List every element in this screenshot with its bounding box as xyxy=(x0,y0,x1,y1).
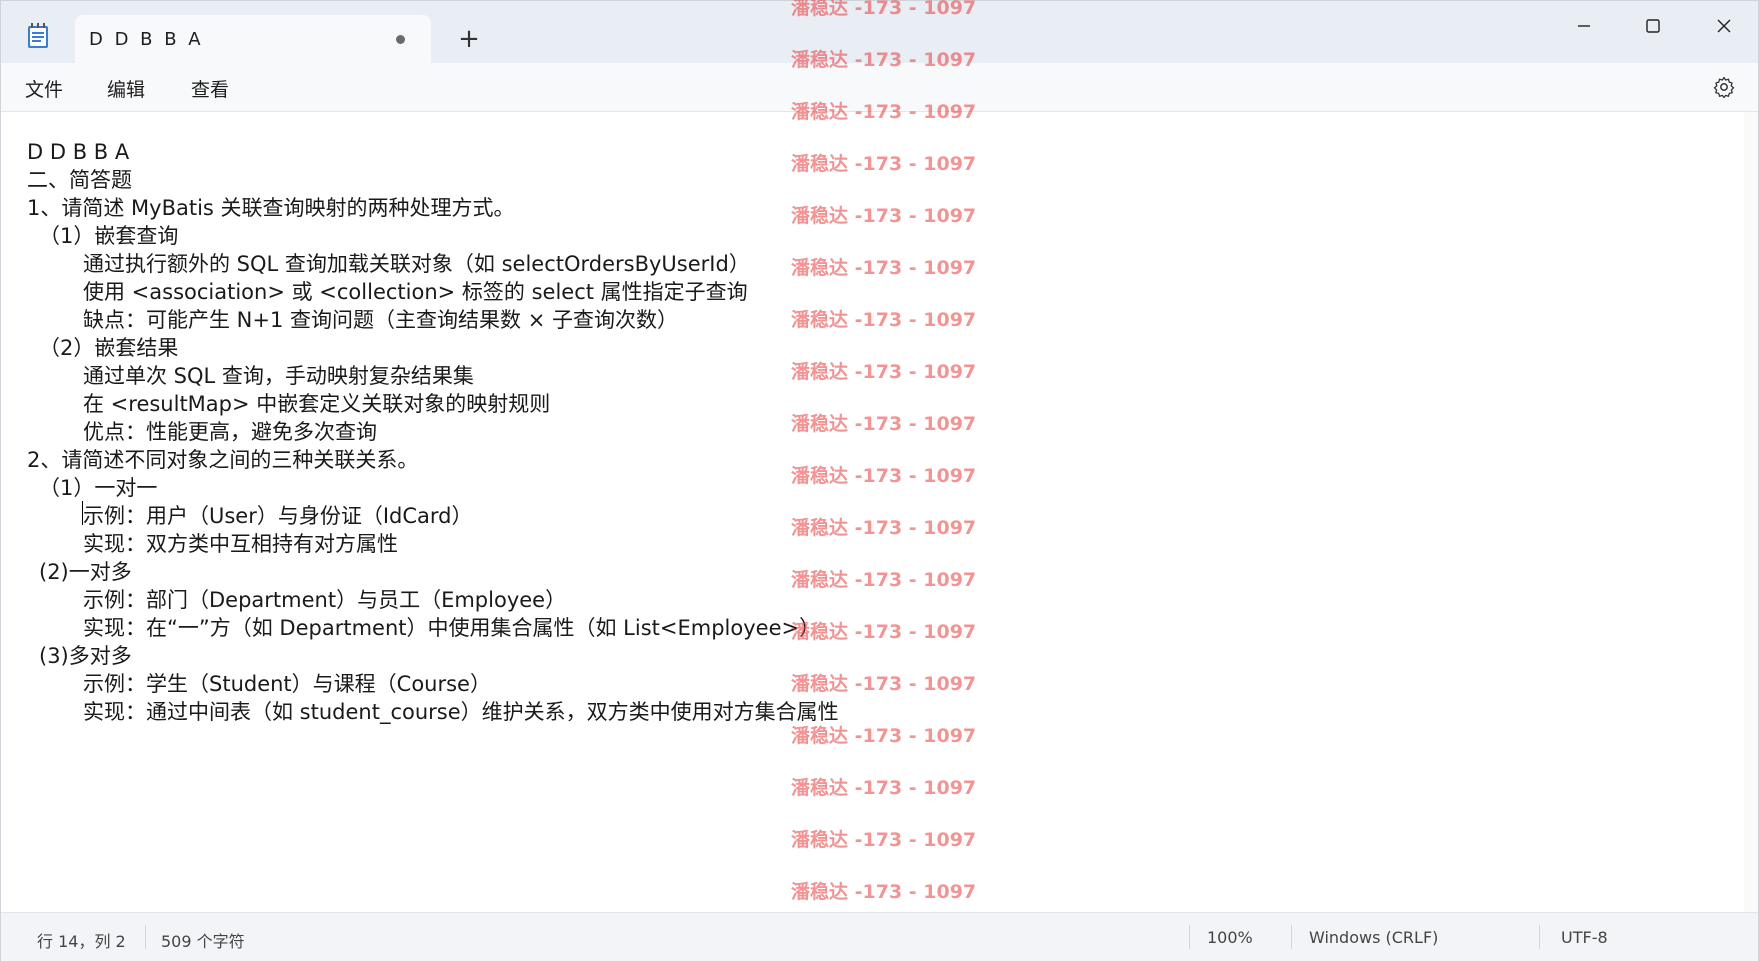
document-line: 通过执行额外的 SQL 查询加载关联对象（如 selectOrdersByUse… xyxy=(83,252,750,276)
tab-title: D D B B A xyxy=(89,29,204,50)
document-line: 使用 <association> 或 <collection> 标签的 sele… xyxy=(83,280,748,304)
title-bar: D D B B A + xyxy=(1,1,1758,63)
close-icon xyxy=(1717,19,1731,33)
menu-edit[interactable]: 编辑 xyxy=(107,75,145,102)
minimize-button[interactable] xyxy=(1557,7,1611,43)
document-line: 通过单次 SQL 查询，手动映射复杂结果集 xyxy=(83,364,474,388)
document-line: 二、简答题 xyxy=(27,168,132,192)
gear-icon[interactable] xyxy=(1712,75,1736,99)
zoom-level[interactable]: 100% xyxy=(1207,928,1253,947)
maximize-icon xyxy=(1646,19,1660,33)
document-line: （2）嵌套结果 xyxy=(39,336,179,360)
document-line: 2、请简述不同对象之间的三种关联关系。 xyxy=(27,448,419,472)
status-divider xyxy=(1189,925,1190,949)
vertical-scrollbar[interactable] xyxy=(1744,112,1758,912)
text-editor[interactable]: D D B B A 二、简答题 1、请简述 MyBatis 关联查询映射的两种处理方… xyxy=(1,112,1745,912)
menu-bar: 文件 编辑 查看 xyxy=(1,63,1758,112)
document-line: (3)多对多 xyxy=(39,644,132,668)
close-button[interactable] xyxy=(1697,7,1751,43)
document-line: 实现：通过中间表（如 student_course）维护关系，双方类中使用对方集… xyxy=(83,700,839,724)
status-bar: 行 14，列 2 509 个字符 100% Windows (CRLF) UTF… xyxy=(1,912,1758,961)
document-line: 缺点：可能产生 N+1 查询问题（主查询结果数 × 子查询次数） xyxy=(83,308,678,332)
document-line: （1）一对一 xyxy=(39,476,158,500)
document-line: （1）嵌套查询 xyxy=(39,224,179,248)
document-line: 示例：学生（Student）与课程（Course） xyxy=(83,672,491,696)
document-line: 示例：用户（User）与身份证（IdCard） xyxy=(83,504,473,528)
status-divider xyxy=(1291,925,1292,949)
document-line: D D B B A xyxy=(27,140,130,164)
new-tab-button[interactable]: + xyxy=(451,21,487,57)
notepad-window: D D B B A + 文件 编辑 查看 D D B B A 二、简答题 1、请… xyxy=(0,0,1759,961)
document-line: 实现：双方类中互相持有对方属性 xyxy=(83,532,398,556)
unsaved-indicator-icon[interactable] xyxy=(396,35,405,44)
document-line: 在 <resultMap> 中嵌套定义关联对象的映射规则 xyxy=(83,392,551,416)
document-line: 1、请简述 MyBatis 关联查询映射的两种处理方式。 xyxy=(27,196,515,220)
notepad-icon xyxy=(28,23,48,48)
line-ending[interactable]: Windows (CRLF) xyxy=(1309,928,1438,947)
document-line: 示例：部门（Department）与员工（Employee） xyxy=(83,588,567,612)
document-line: 实现：在“一”方（如 Department）中使用集合属性（如 List<Emp… xyxy=(83,616,821,640)
document-content[interactable]: D D B B A 二、简答题 1、请简述 MyBatis 关联查询映射的两种处理方… xyxy=(27,138,839,726)
status-divider xyxy=(145,925,146,949)
character-count: 509 个字符 xyxy=(161,932,245,951)
minimize-icon xyxy=(1578,25,1590,27)
menu-file[interactable]: 文件 xyxy=(25,75,63,102)
document-line: 优点：性能更高，避免多次查询 xyxy=(83,420,377,444)
document-tab[interactable]: D D B B A xyxy=(75,15,431,63)
text-caret xyxy=(82,501,83,525)
menu-view[interactable]: 查看 xyxy=(191,75,229,102)
maximize-button[interactable] xyxy=(1626,7,1680,43)
document-line: (2)一对多 xyxy=(39,560,132,584)
encoding[interactable]: UTF-8 xyxy=(1561,928,1608,947)
cursor-position: 行 14，列 2 xyxy=(37,932,126,951)
status-divider xyxy=(1539,925,1540,949)
